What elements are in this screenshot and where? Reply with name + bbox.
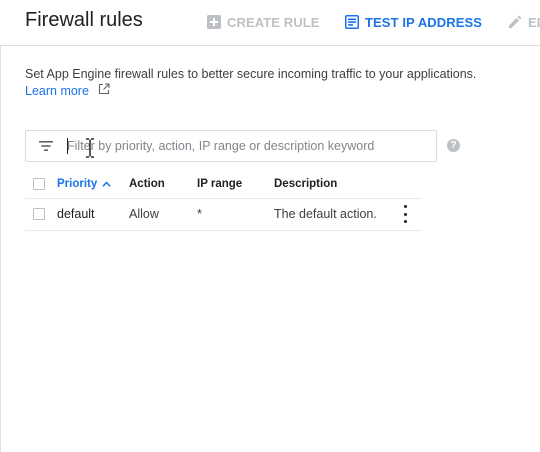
learn-more-link[interactable]: Learn more [25,83,110,98]
row-checkbox[interactable] [33,208,45,220]
sort-up-icon [102,178,111,190]
page-title: Firewall rules [25,9,143,31]
create-rule-button[interactable]: CREATE RULE [207,12,320,32]
page-header: Firewall rules CREATE RULE TEST IP ADDRE… [0,0,540,46]
filter-input[interactable] [67,136,427,156]
row-description: The default action. [274,207,377,221]
action-column-header[interactable]: Action [129,178,165,190]
edit-button[interactable]: ED [508,12,540,32]
row-priority: default [57,207,95,221]
edit-label: ED [528,14,540,30]
description-column-header[interactable]: Description [274,178,337,190]
create-rule-label: CREATE RULE [227,14,320,30]
select-all-checkbox[interactable] [33,178,45,190]
row-ip-range: * [197,207,202,221]
add-box-icon [207,15,221,29]
edit-icon [508,15,522,29]
test-ip-address-label: TEST IP ADDRESS [365,14,483,30]
table-row: default Allow * The default action. [25,199,422,231]
firewall-rules-table: Priority Action IP range Description def… [25,171,422,231]
priority-header-label: Priority [57,178,98,190]
row-action: Allow [129,207,159,221]
priority-column-header[interactable]: Priority [57,178,111,190]
text-caret [67,138,68,154]
external-link-icon [98,83,110,98]
text-cursor-icon [85,138,95,158]
learn-more-label: Learn more [25,83,89,98]
ip-range-column-header[interactable]: IP range [197,178,242,190]
filter-icon [39,139,53,153]
page-edge [0,0,1,452]
test-ip-icon [345,15,359,29]
help-icon[interactable]: ? [447,139,460,152]
intro-text: Set App Engine firewall rules to better … [25,67,477,81]
more-vert-icon[interactable] [399,205,411,223]
table-header-row: Priority Action IP range Description [25,171,422,199]
test-ip-address-button[interactable]: TEST IP ADDRESS [345,12,482,32]
